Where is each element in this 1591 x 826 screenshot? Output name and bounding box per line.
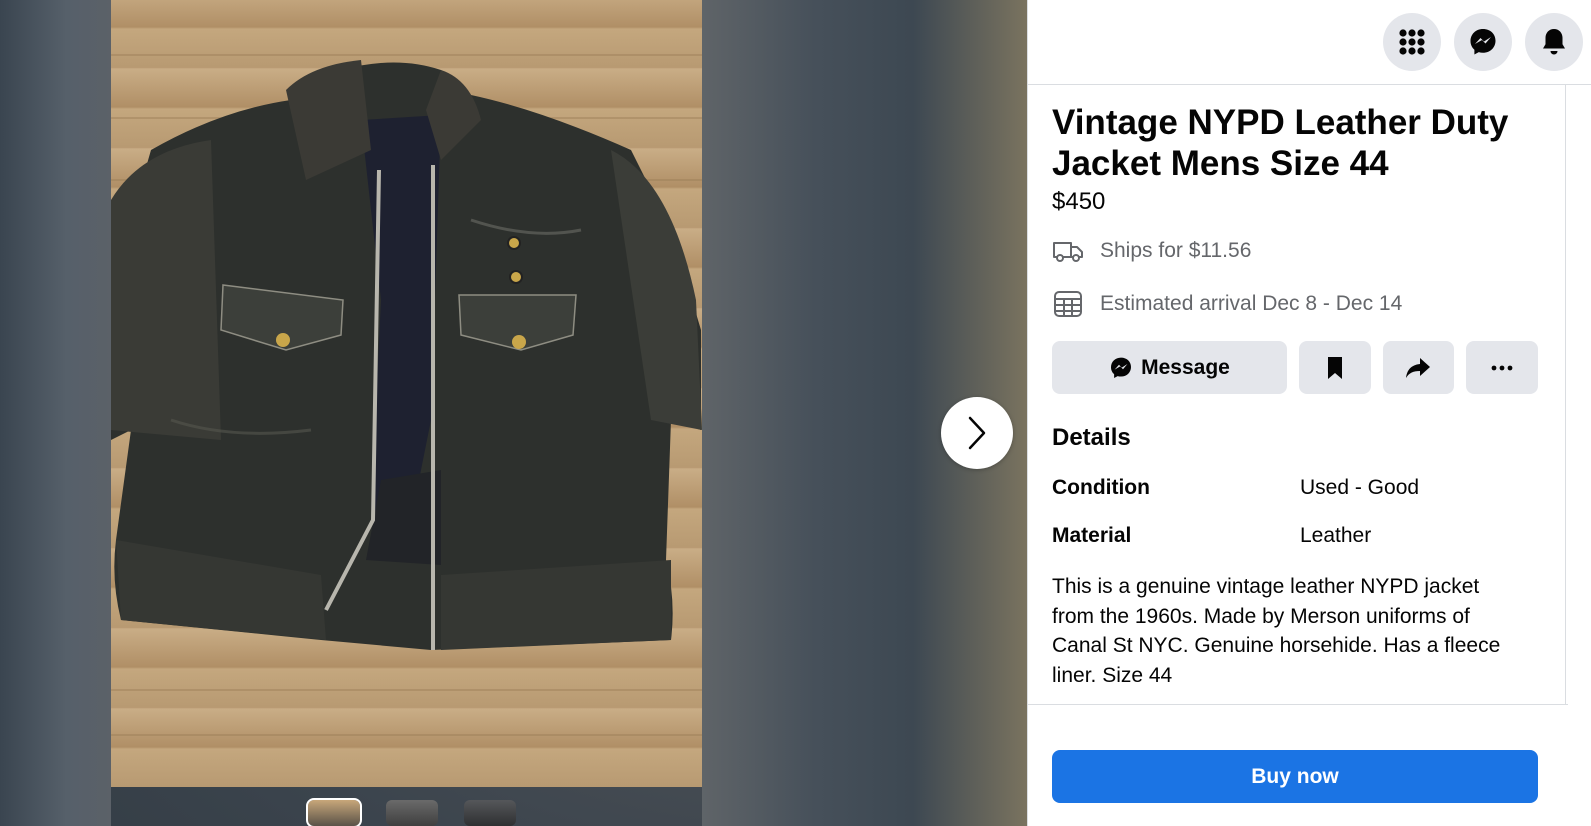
photo-thumbnails xyxy=(306,798,516,826)
notifications-bell-icon xyxy=(1543,29,1565,55)
calendar-icon xyxy=(1054,291,1082,317)
detail-key: Condition xyxy=(1052,476,1150,499)
buy-now-button[interactable]: Buy now xyxy=(1052,750,1538,803)
message-button[interactable]: Message xyxy=(1052,341,1287,394)
messenger-button[interactable] xyxy=(1454,13,1512,71)
arrival-info: Estimated arrival Dec 8 - Dec 14 xyxy=(1052,289,1538,319)
message-button-label: Message xyxy=(1141,355,1230,379)
detail-row-condition: Condition Used - Good xyxy=(1052,476,1538,500)
thumbnail[interactable] xyxy=(306,798,362,826)
scrollbar[interactable] xyxy=(1565,84,1566,704)
delivery-truck-icon xyxy=(1053,242,1083,262)
listing-panel: Vintage NYPD Leather Duty Jacket Mens Si… xyxy=(1027,0,1591,826)
share-arrow-icon xyxy=(1406,357,1431,378)
more-options-button[interactable] xyxy=(1466,341,1539,394)
messenger-icon xyxy=(1470,29,1496,55)
notifications-button[interactable] xyxy=(1525,13,1583,71)
bookmark-icon xyxy=(1327,356,1342,379)
detail-value: Used - Good xyxy=(1300,476,1420,499)
listing-content: Vintage NYPD Leather Duty Jacket Mens Si… xyxy=(1052,84,1539,690)
jacket-image xyxy=(111,54,702,736)
chevron-right-icon xyxy=(968,416,986,450)
listing-description: This is a genuine vintage leather NYPD j… xyxy=(1052,575,1501,687)
messenger-icon xyxy=(1111,357,1132,378)
media-viewer xyxy=(0,0,1027,826)
shipping-text: Ships for $11.56 xyxy=(1100,239,1252,262)
more-dots-icon xyxy=(1491,365,1513,370)
listing-price: $450 xyxy=(1052,188,1106,215)
menu-grid-icon xyxy=(1399,29,1425,55)
menu-button[interactable] xyxy=(1383,13,1441,71)
detail-value: Leather xyxy=(1300,524,1372,547)
thumbnail[interactable] xyxy=(464,800,516,826)
detail-key: Material xyxy=(1052,524,1132,547)
shipping-info: Ships for $11.56 xyxy=(1052,238,1538,264)
details-heading: Details xyxy=(1052,424,1131,451)
action-buttons: Message xyxy=(1052,341,1539,394)
listing-photo xyxy=(111,0,702,787)
listing-title: Vintage NYPD Leather Duty Jacket Mens Si… xyxy=(1052,103,1509,183)
save-button[interactable] xyxy=(1298,341,1371,394)
blurred-background-left xyxy=(0,0,111,826)
divider xyxy=(1028,704,1568,705)
share-button[interactable] xyxy=(1382,341,1455,394)
arrival-text: Estimated arrival Dec 8 - Dec 14 xyxy=(1100,292,1403,315)
detail-row-material: Material Leather xyxy=(1052,524,1538,548)
next-photo-button[interactable] xyxy=(941,397,1013,469)
thumbnail[interactable] xyxy=(386,800,438,826)
top-bar xyxy=(1028,0,1591,85)
